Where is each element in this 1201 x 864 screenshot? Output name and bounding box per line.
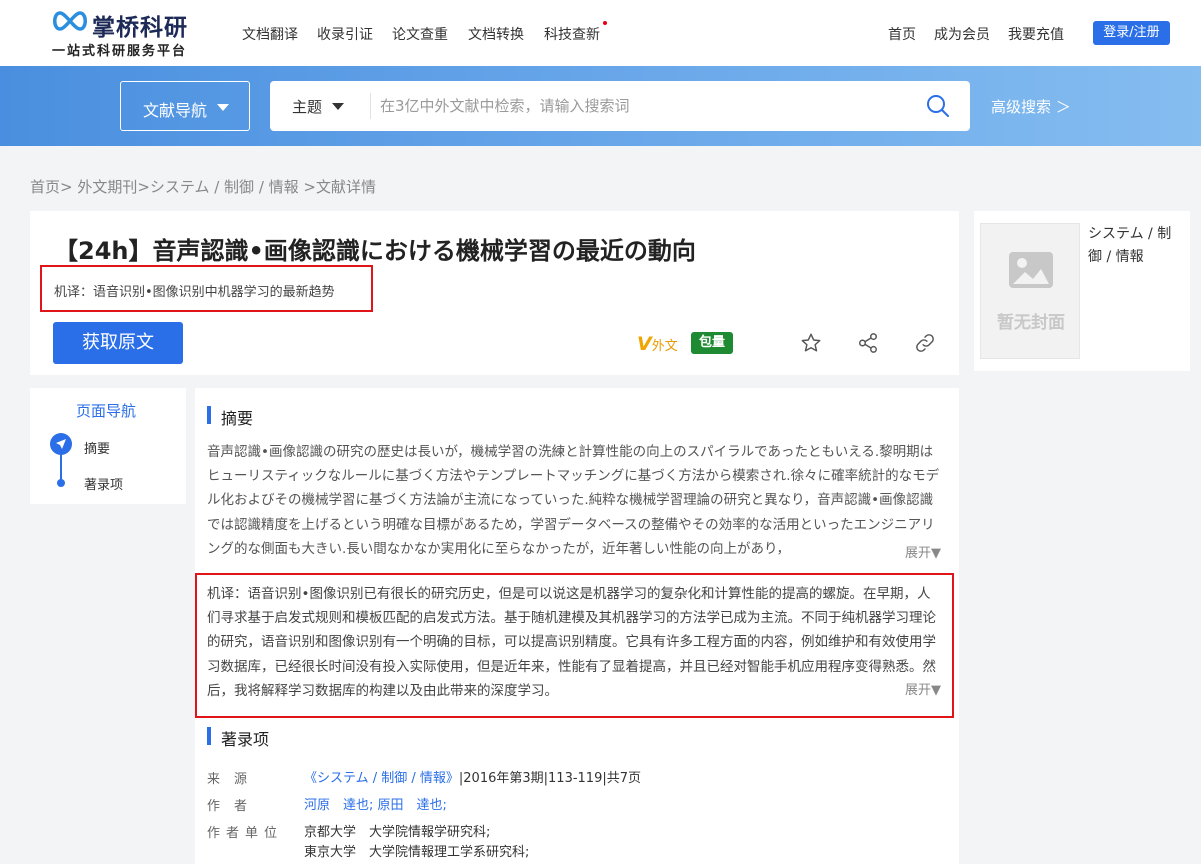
page-nav-dot: [57, 479, 65, 487]
affiliation-line: 京都大学 大学院情報学研究科;: [304, 825, 491, 840]
image-placeholder-icon: [1009, 252, 1053, 288]
page-nav-record[interactable]: 著录项: [84, 474, 123, 493]
v-foreign-logo: V外文: [637, 333, 678, 355]
record-heading: 著录项: [221, 730, 270, 749]
new-indicator-dot: [603, 21, 607, 25]
nav-home[interactable]: 首页: [888, 24, 916, 44]
v-logo-letter: V: [637, 333, 652, 355]
abstract-machine-translation: 机译：语音识别•图像识别已有很长的研究历史，但是可以说这是机器学习的复杂化和计算…: [207, 586, 936, 699]
nav-citation[interactable]: 收录引证: [317, 24, 373, 44]
page-nav-title: 页面导航: [76, 402, 137, 420]
article-title: 【24h】音声認識•画像認識における機械学習の最近の動向: [54, 237, 696, 265]
nav-arrow-glyph: [56, 439, 66, 449]
page-navigation: 页面导航 摘要 著录项: [30, 388, 186, 504]
get-fulltext-button[interactable]: 获取原文: [53, 322, 183, 364]
expand-abstract-toggle[interactable]: 展开▼: [901, 542, 941, 561]
v-logo-text: 外文: [651, 339, 678, 354]
literature-nav-dropdown[interactable]: 文献导航: [120, 81, 250, 131]
bundle-badge: 包量: [691, 332, 733, 354]
affiliation-label: 作者单位: [207, 826, 284, 841]
search-box: 主题: [270, 81, 970, 131]
literature-nav-label: 文献导航: [143, 101, 208, 120]
title-translation-highlight: 机译：语音识别•图像识别中机器学习的最新趋势: [40, 265, 373, 312]
link-icon[interactable]: [914, 332, 936, 354]
no-cover-text: 暂无封面: [997, 313, 1065, 333]
affiliation-line: 東京大学 大学院情報理工学系研究科;: [304, 845, 530, 860]
caret-down-icon[interactable]: [332, 103, 344, 110]
search-input[interactable]: [380, 90, 900, 122]
star-icon[interactable]: [800, 332, 822, 354]
cover-placeholder: 暂无封面: [980, 223, 1080, 359]
login-register-button[interactable]: 登录/注册: [1093, 21, 1170, 45]
page-nav-abstract[interactable]: 摘要: [84, 438, 110, 457]
expand-translation-toggle[interactable]: 展开▼: [901, 679, 941, 698]
logo-name: 掌桥科研: [92, 15, 188, 41]
search-divider: [370, 93, 371, 119]
source-issue-detail: |2016年第3期|113-119|共7页: [458, 771, 641, 786]
top-header: 掌桥科研 一站式科研服务平台 文档翻译 收录引证 论文查重 文档转换 科技查新 …: [0, 0, 1201, 66]
author-label: 作者: [207, 799, 262, 814]
title-machine-translation: 机译：语音识别•图像识别中机器学习的最新趋势: [54, 285, 335, 300]
abstract-heading: 摘要: [221, 409, 254, 428]
site-logo[interactable]: 掌桥科研 一站式科研服务平台: [50, 8, 210, 60]
search-band: 文献导航 主题 高级搜索 ＞: [0, 66, 1201, 146]
location-arrow-icon: [50, 433, 72, 455]
source-value: 《システム / 制御 / 情報》|2016年第3期|113-119|共7页: [304, 767, 641, 786]
abstract-original-text: 音声認識•画像認識の研究の歴史は長いが，機械学習の洗練と計算性能の向上のスパイラ…: [207, 444, 940, 557]
nav-become-member[interactable]: 成为会员: [934, 24, 990, 44]
nav-novelty-search[interactable]: 科技查新: [544, 24, 600, 44]
section-marker: [207, 406, 211, 424]
logo-slogan: 一站式科研服务平台: [52, 44, 188, 59]
nav-recharge[interactable]: 我要充值: [1008, 24, 1064, 44]
source-label: 来源: [207, 772, 262, 787]
authors-link[interactable]: 河原 達也; 原田 達也;: [304, 794, 447, 813]
source-journal-link[interactable]: 《システム / 制御 / 情報》: [304, 771, 459, 786]
share-icon[interactable]: [857, 332, 879, 354]
nav-plagiarism-check[interactable]: 论文查重: [392, 24, 448, 44]
breadcrumb[interactable]: 首页> 外文期刊>システム / 制御 / 情報 >文献详情: [30, 176, 376, 197]
search-icon[interactable]: [926, 94, 950, 118]
caret-down-icon: [217, 104, 229, 111]
nav-doc-translate[interactable]: 文档翻译: [242, 24, 298, 44]
journal-cover-card: 暂无封面 システム / 制御 / 情報: [974, 211, 1190, 371]
abstract-translation-highlight: 机译：语音识别•图像识别已有很长的研究历史，但是可以说这是机器学习的复杂化和计算…: [195, 573, 954, 718]
article-main-content: 摘要 音声認識•画像認識の研究の歴史は長いが，機械学習の洗練と計算性能の向上のス…: [195, 388, 959, 864]
journal-category[interactable]: システム / 制御 / 情報: [1088, 223, 1184, 269]
advanced-search-link[interactable]: 高级搜索 ＞: [991, 96, 1071, 117]
infinity-logo-icon: [53, 11, 87, 31]
section-marker: [207, 727, 211, 745]
article-header-card: 【24h】音声認識•画像認識における機械学習の最近の動向 机译：语音识别•图像识…: [30, 211, 959, 375]
nav-doc-convert[interactable]: 文档转换: [468, 24, 524, 44]
topic-selector[interactable]: 主题: [292, 96, 322, 117]
